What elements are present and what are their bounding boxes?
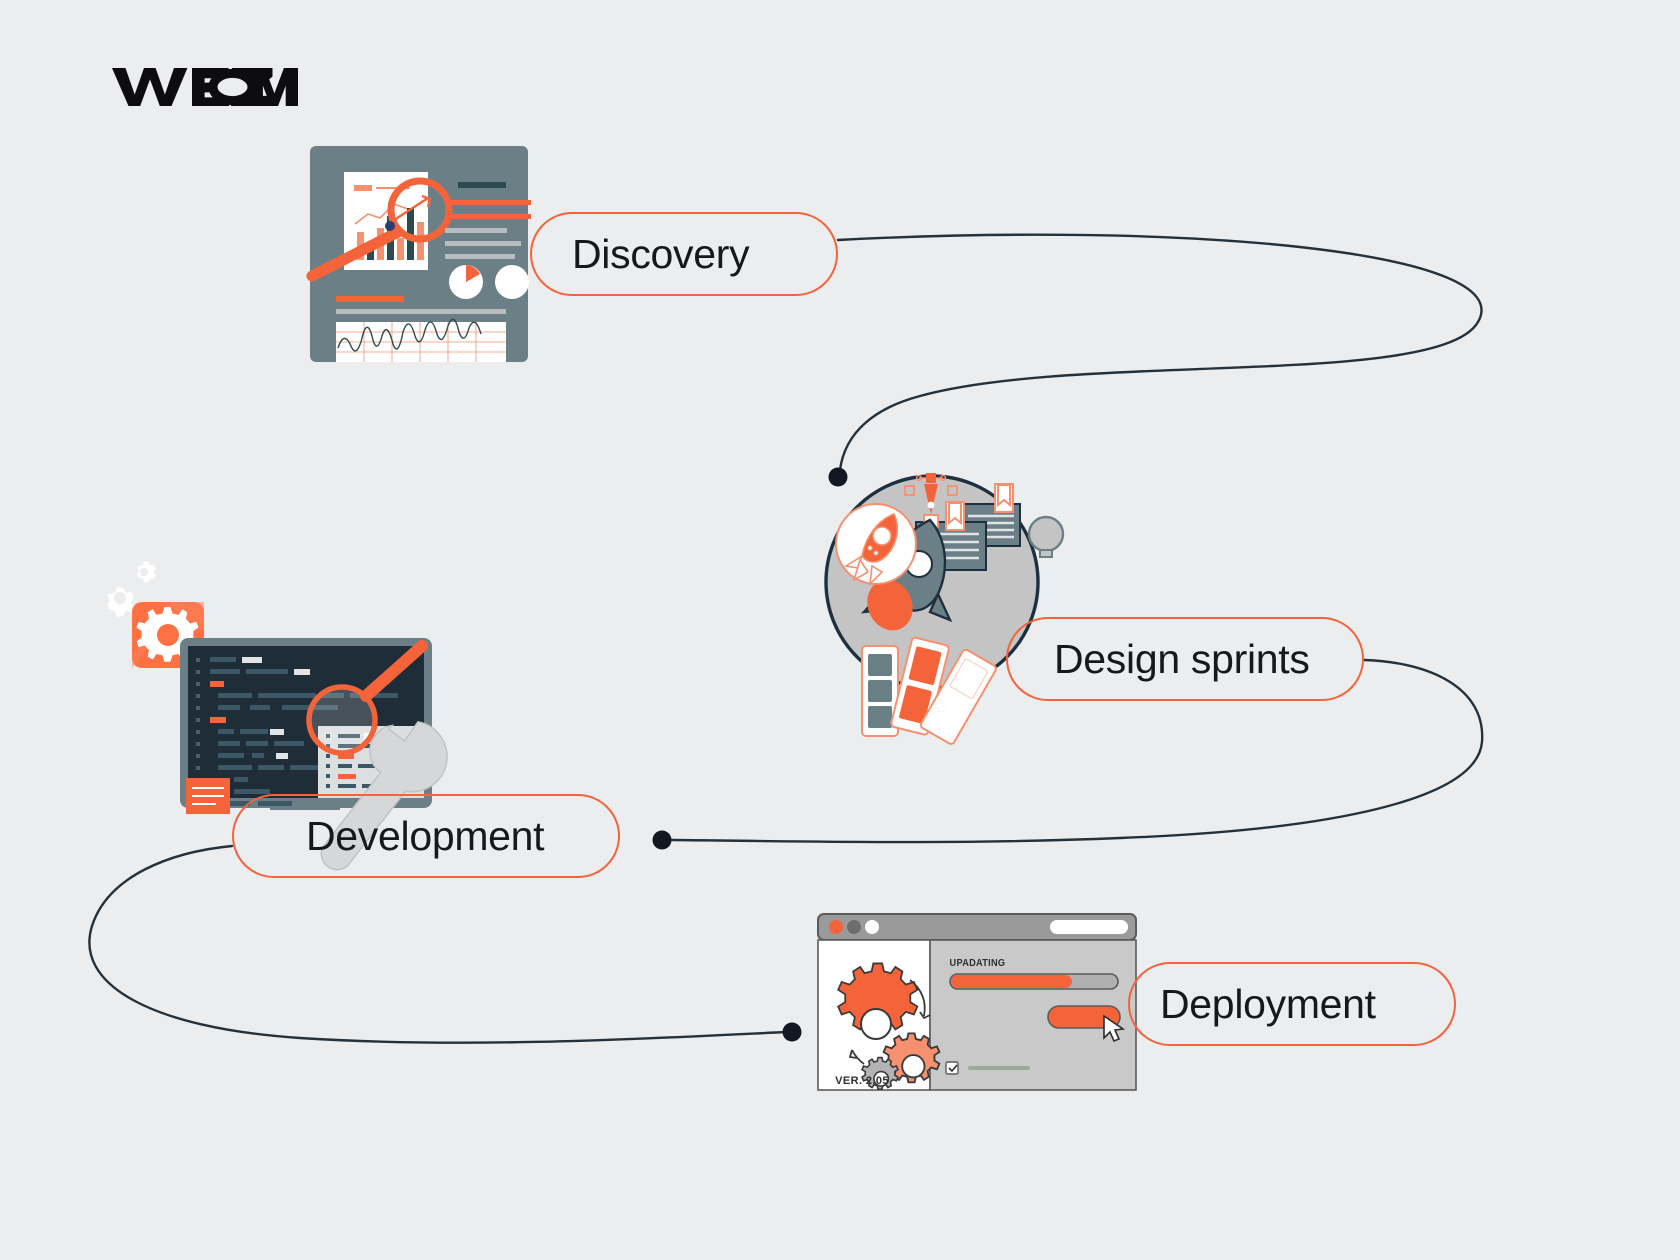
stage-label-deployment[interactable]: Deployment [1128, 962, 1456, 1046]
deployment-illustration: VER. 2.05 UPADATING [817, 913, 1138, 1091]
stage-label-discovery[interactable]: Discovery [530, 212, 838, 296]
wezom-logo [112, 64, 298, 110]
status-label: UPADATING [950, 958, 1006, 969]
traffic-light-minimize [847, 920, 861, 934]
development-illustration [78, 528, 478, 871]
stage-label-development[interactable]: Development [232, 794, 620, 878]
traffic-light-close [829, 920, 843, 934]
stage-label-design-sprints[interactable]: Design sprints [1006, 617, 1364, 701]
rocket-badge [835, 503, 917, 587]
wezom-logo-mark [112, 68, 298, 106]
connector-endpoint-deployment [782, 1022, 802, 1042]
stage-label-development-text: Development [306, 812, 545, 859]
stage-label-discovery-text: Discovery [572, 230, 750, 277]
discovery-illustration [306, 146, 532, 364]
progress-fill [951, 975, 1072, 988]
checkbox [945, 1061, 959, 1075]
stage-label-deployment-text: Deployment [1160, 980, 1376, 1027]
connector-discovery-to-design [836, 233, 1483, 472]
connector-endpoint-development [652, 830, 672, 850]
traffic-light-maximize [865, 920, 879, 934]
version-label: VER. 2.05 [835, 1075, 889, 1087]
window-search-bar [1050, 920, 1128, 934]
stage-label-design-sprints-text: Design sprints [1054, 635, 1310, 682]
